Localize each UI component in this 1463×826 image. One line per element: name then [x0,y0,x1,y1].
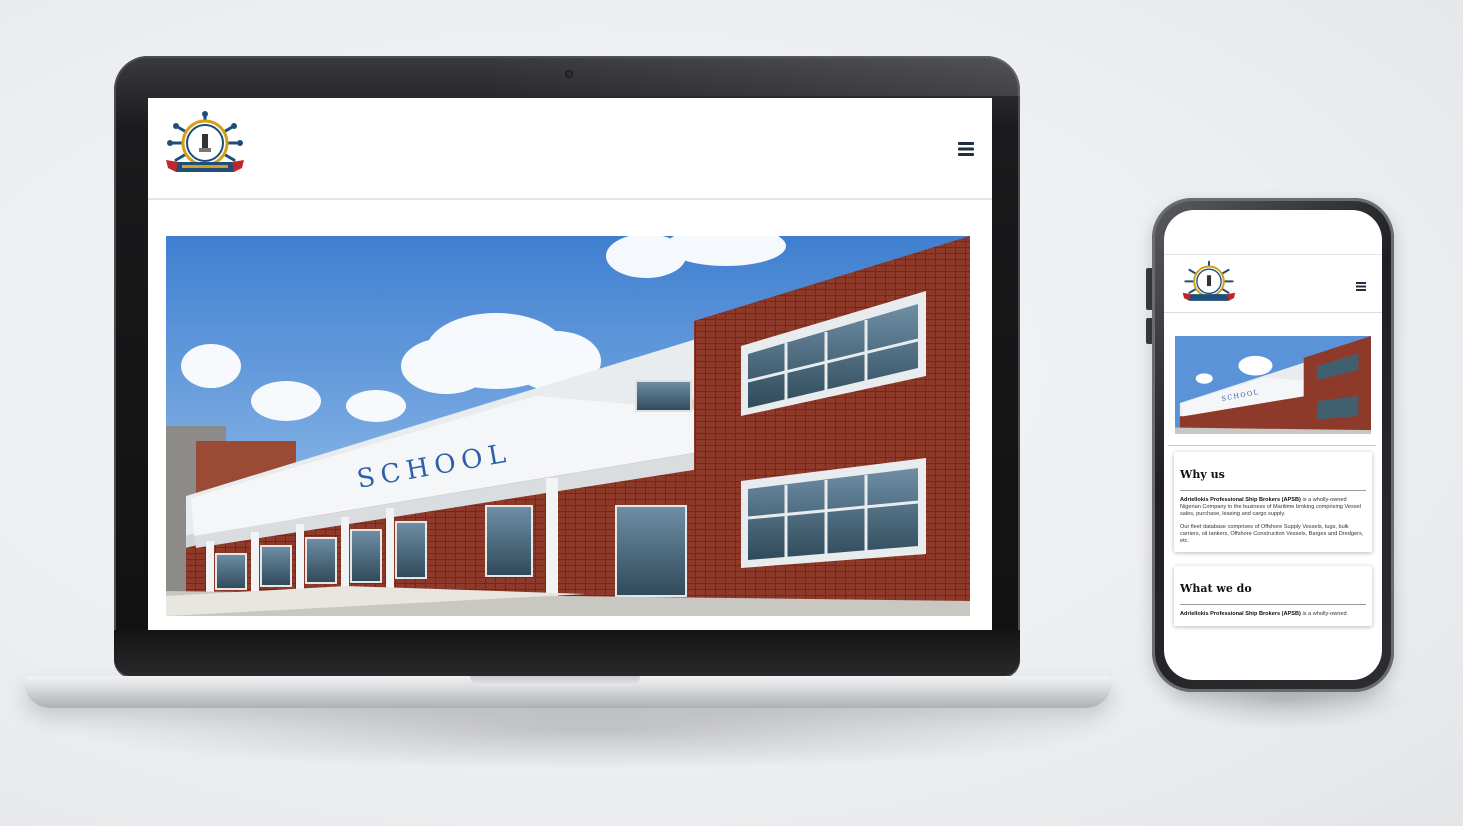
laptop-base-notch [470,676,640,686]
company-name: Adriellokis Professional Ship Brokers (A… [1180,611,1301,617]
laptop-bezel-bottom [114,630,1020,676]
card-intro: Adriellokis Professional Ship Brokers (A… [1180,611,1366,618]
hamburger-menu-icon[interactable] [1356,278,1366,291]
hero-image: SCHOOL [166,236,970,616]
ship-wheel-crest-logo-icon [1182,260,1236,301]
card-intro-text: is a wholly-owned [1300,611,1347,617]
mobile-hero-image: SCHOOL [1175,336,1371,434]
laptop-screen: SCHOOL [148,98,992,632]
card-title: Why us [1180,468,1225,481]
card-title: What we do [1180,582,1252,595]
phone-screen: SCHOOL Why us Adriellokis Professional S… [1164,210,1382,680]
phone-status-bar [1164,210,1382,255]
laptop-device: SCHOOL [114,56,1020,678]
site-logo[interactable] [162,110,248,178]
laptop-camera [565,70,573,78]
ship-wheel-crest-logo-icon [166,111,244,172]
site-header [148,98,992,200]
company-name: Adriellokis Professional Ship Brokers (A… [1180,497,1301,503]
mobile-site-logo[interactable] [1180,259,1238,305]
school-building-photo: SCHOOL [166,236,970,616]
hamburger-menu-icon[interactable] [958,142,974,156]
phone-device: SCHOOL Why us Adriellokis Professional S… [1152,198,1394,692]
card-divider [1180,604,1366,605]
why-us-card: Why us Adriellokis Professional Ship Bro… [1174,452,1372,552]
school-building-photo: SCHOOL [1175,336,1371,434]
card-intro: Adriellokis Professional Ship Brokers (A… [1180,497,1366,518]
card-divider [1180,490,1366,491]
what-we-do-card: What we do Adriellokis Professional Ship… [1174,566,1372,626]
mobile-site-header [1164,254,1382,313]
card-body: Our fleet database comprises of Offshore… [1180,524,1364,544]
section-divider [1168,445,1376,446]
